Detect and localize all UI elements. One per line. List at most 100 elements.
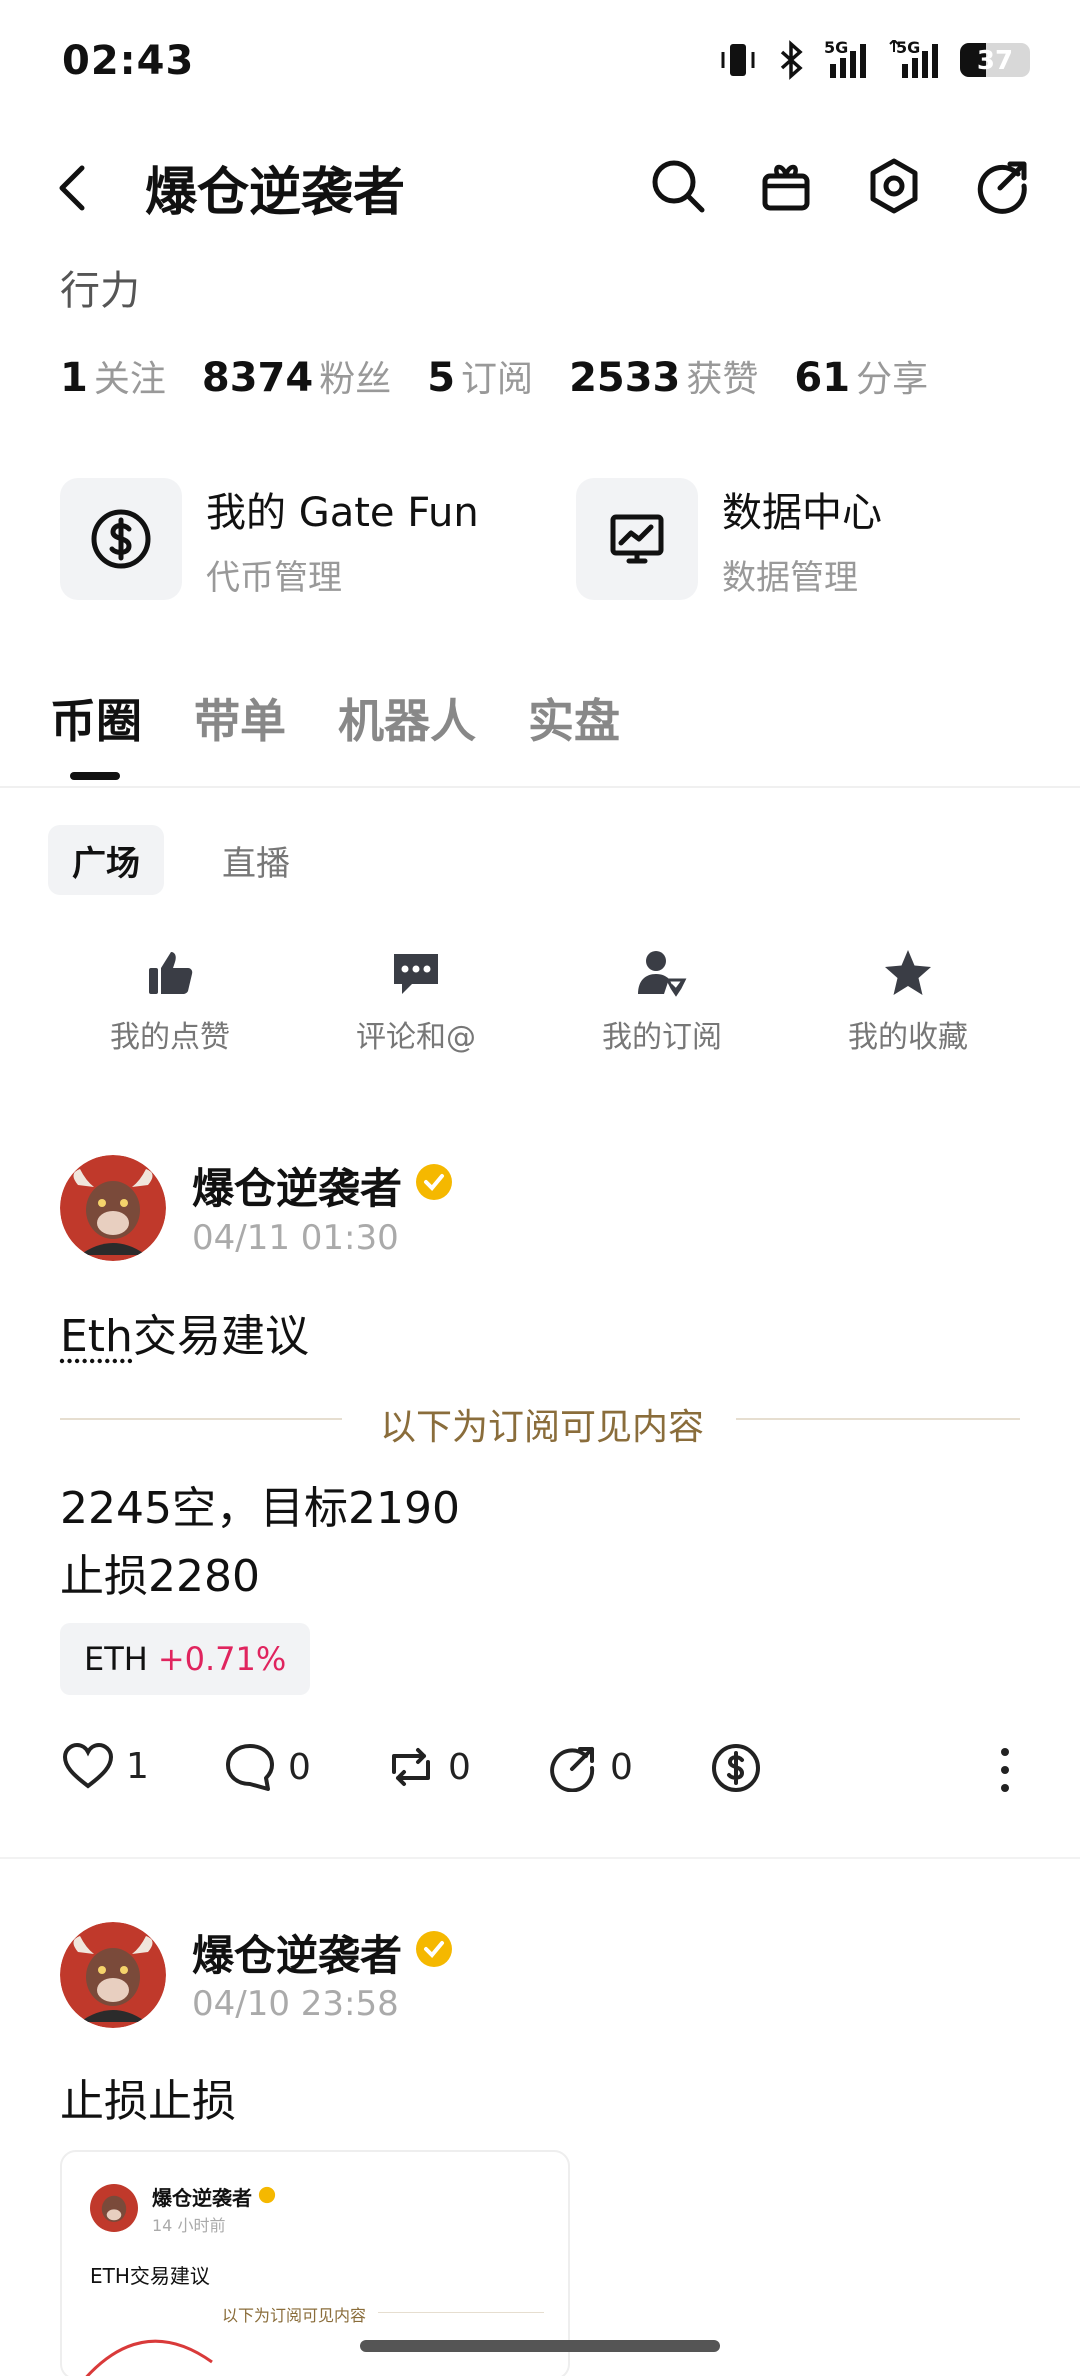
home-indicator[interactable] [360,2340,720,2352]
stat-following[interactable]: 1 关注 [60,350,166,402]
quick-action-label: 我的点赞 [110,1020,230,1055]
avatar[interactable] [60,1155,166,1261]
share-button[interactable]: 0 [548,1742,633,1792]
verified-badge-icon [258,2186,276,2204]
gift-icon[interactable] [756,156,816,216]
comment-button[interactable]: 0 [224,1742,311,1792]
card-title: 数据中心 [722,489,882,536]
post-time: 04/10 23:58 [192,1984,399,2024]
stat-label: 分享 [856,359,929,400]
subtab-square[interactable]: 广场 [48,825,164,895]
signal-2: 5G [888,38,944,80]
divider [60,1418,342,1420]
quick-action-label: 评论和@ [356,1020,476,1055]
post-author[interactable]: 爆仓逆袭者 [192,1155,402,1216]
stat-subscriptions[interactable]: 5 订阅 [427,350,533,402]
stat-value: 8374 [201,355,314,401]
vibrate-icon [721,44,755,76]
repost-button[interactable]: 0 [386,1742,471,1792]
post-text: 止损止损 [60,2076,236,2127]
stat-value: 1 [60,355,88,401]
subtab-live[interactable]: 直播 [198,825,314,895]
share-icon[interactable] [972,156,1032,216]
like-button[interactable]: 1 [62,1742,149,1790]
coin-symbol: ETH [84,1640,148,1678]
comment-icon [394,954,438,994]
gate-fun-card[interactable]: 我的 Gate Fun 代币管理 [60,478,479,600]
stat-shares[interactable]: 61 分享 [794,350,928,402]
embed-avatar [90,2184,138,2232]
post-body-line: 止损2280 [60,1551,260,1602]
tab-bots[interactable]: 机器人 [338,685,476,751]
quick-comments[interactable]: 评论和@ [296,948,536,1056]
quick-my-likes[interactable]: 我的点赞 [50,948,290,1056]
dollar-coin-icon [91,509,151,569]
bluetooth-icon [780,40,803,80]
card-subtitle: 数据管理 [722,557,858,598]
profile-stats: 1 关注 8374 粉丝 5 订阅 2533 获赞 61 分享 [60,350,928,402]
embed-text: ETH交易建议 [90,2264,210,2288]
card-title: 我的 Gate Fun [206,489,479,536]
verified-badge-icon [416,1931,452,1967]
comment-count: 0 [288,1746,311,1788]
back-arrow-icon[interactable] [50,160,94,216]
stat-value: 5 [427,355,456,401]
avatar[interactable] [60,1922,166,2028]
like-count: 1 [126,1745,149,1787]
star-icon [885,950,931,995]
status-icons: 5G 5G 37 [718,38,1030,80]
monitor-chart-icon [610,514,664,564]
post-time: 04/11 01:30 [192,1218,399,1258]
embed-time: 14 小时前 [152,2216,226,2235]
post-text: Eth交易建议 [60,1300,309,1364]
search-icon[interactable] [648,156,708,216]
comment-bubble-icon [226,1744,274,1791]
data-center-card[interactable]: 数据中心 数据管理 [576,478,882,600]
coin-change: +0.71% [157,1640,287,1678]
tab-live-account[interactable]: 实盘 [528,685,620,751]
verified-badge-icon [416,1164,452,1200]
stat-label: 关注 [93,359,166,400]
quick-my-favorites[interactable]: 我的收藏 [788,948,1028,1056]
active-tab-indicator [70,772,120,780]
settings-icon[interactable] [864,156,924,216]
page-title: 爆仓逆袭者 [145,163,406,223]
quick-my-subscriptions[interactable]: 我的订阅 [542,948,782,1056]
quick-action-label: 我的订阅 [602,1020,722,1055]
subscribe-user-icon [638,951,687,997]
stat-likes[interactable]: 2533 获赞 [569,350,758,402]
red-annotation-scribble [85,2339,213,2376]
post-text-rest: 交易建议 [132,1311,309,1362]
coin-tag[interactable]: ETH +0.71% [60,1623,311,1695]
battery-icon: 37 [960,43,1030,77]
stat-value: 2533 [569,355,681,401]
tip-dollar-icon[interactable] [710,1742,762,1794]
signal-1-label: 5G [824,38,849,57]
tab-crypto[interactable]: 币圈 [50,685,142,751]
stat-label: 订阅 [461,359,534,400]
share-icon [550,1747,595,1792]
more-options-icon[interactable] [990,1744,1020,1796]
post-body-line: 2245空，目标2190 [60,1483,460,1534]
card-subtitle: 代币管理 [206,557,342,598]
profile-bio: 行力 [60,268,140,314]
stat-followers[interactable]: 8374 粉丝 [202,350,391,402]
signal-2-label: 5G [896,38,921,57]
divider [378,2312,544,2313]
status-time: 02:43 [62,38,195,84]
divider [0,786,1080,788]
main-tabs: 币圈 带单 机器人 实盘 [50,685,620,751]
battery-level: 37 [976,46,1014,76]
post-divider [0,1857,1080,1859]
post-text-link[interactable]: Eth [60,1311,133,1362]
repost-count: 0 [448,1746,471,1788]
tab-copy-trading[interactable]: 带单 [194,685,286,751]
stat-label: 粉丝 [319,359,392,400]
quick-action-label: 我的收藏 [848,1020,968,1055]
stat-label: 获赞 [686,359,759,400]
repost-icon [392,1748,430,1786]
stat-value: 61 [794,355,851,401]
share-count: 0 [610,1746,633,1788]
post-author[interactable]: 爆仓逆袭者 [192,1922,402,1983]
signal-1: 5G [824,38,872,80]
